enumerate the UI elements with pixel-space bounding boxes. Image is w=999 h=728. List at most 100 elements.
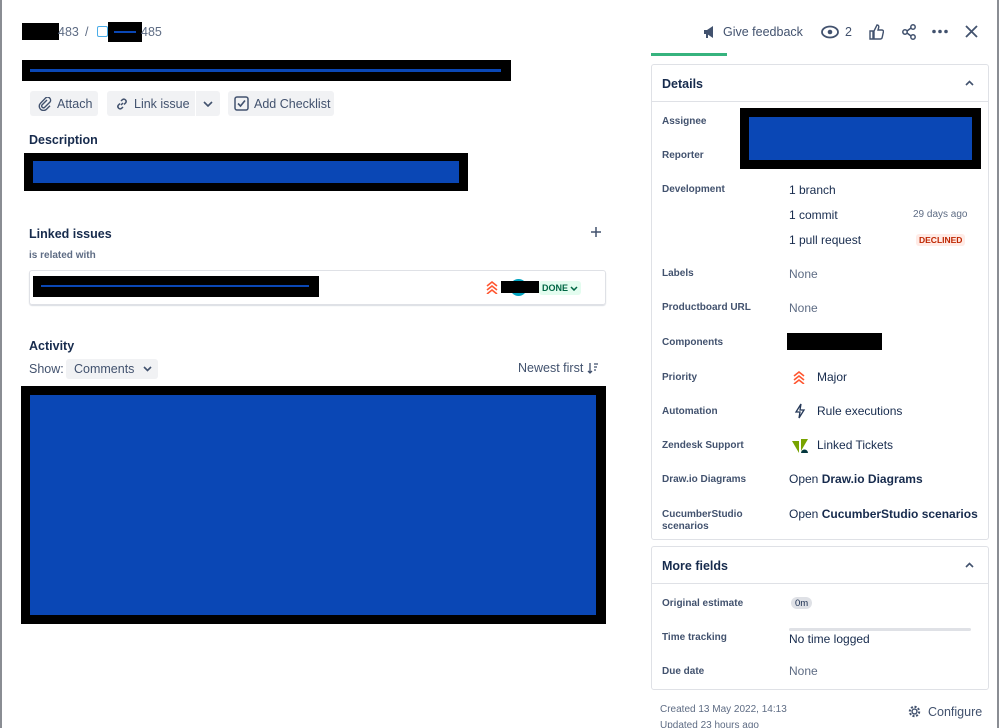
more-fields-panel: More fields Original estimate 0m Time tr…	[651, 546, 989, 690]
more-options-icon[interactable]	[932, 29, 948, 34]
time-tracking-value: No time logged	[789, 632, 870, 646]
pull-request-link[interactable]: 1 pull request	[789, 233, 861, 247]
sort-icon	[587, 363, 599, 374]
priority-major-icon	[486, 280, 498, 294]
redacted-assignee-reporter[interactable]	[740, 108, 981, 169]
priority-label: Priority	[662, 372, 698, 383]
redacted-components[interactable]	[787, 333, 882, 350]
pr-status-label: DECLINED	[919, 235, 963, 245]
checkbox-icon	[234, 96, 249, 111]
activity-filter-value: Comments	[74, 362, 135, 376]
redacted-issue-summary[interactable]	[22, 60, 511, 81]
add-checklist-button[interactable]: Add Checklist	[228, 91, 334, 116]
priority-major-icon	[793, 370, 805, 384]
labels-value[interactable]: None	[789, 267, 818, 281]
link-icon	[117, 97, 127, 110]
automation-value[interactable]: Rule executions	[817, 404, 902, 418]
cucumber-value: CucumberStudio scenarios	[821, 507, 978, 521]
chevron-up-icon[interactable]	[965, 80, 974, 86]
linked-issues-title: Linked issues	[29, 227, 112, 241]
productboard-label: Productboard URL	[662, 302, 751, 313]
thumbs-up-icon[interactable]	[868, 24, 884, 40]
branch-link[interactable]: 1 branch	[789, 183, 836, 197]
add-checklist-label: Add Checklist	[254, 96, 331, 111]
chevron-down-icon	[570, 285, 578, 291]
original-estimate-badge[interactable]: 0m	[791, 597, 813, 609]
configure-label: Configure	[928, 704, 983, 719]
redacted-parent-key	[22, 23, 59, 40]
chevron-up-icon[interactable]	[965, 562, 974, 568]
description-title: Description	[29, 133, 98, 147]
components-label: Components	[662, 337, 724, 348]
cucumber-link[interactable]: Open CucumberStudio scenarios	[789, 507, 978, 521]
cucumber-label-line-2: scenarios	[662, 521, 709, 532]
watchers-count: 2	[845, 25, 852, 39]
redacted-linked-issue-summary	[33, 276, 319, 297]
chevron-down-icon	[203, 100, 213, 107]
link-issue-dropdown[interactable]	[196, 91, 220, 116]
drawio-label: Draw.io Diagrams	[662, 474, 747, 485]
give-feedback-label: Give feedback	[723, 25, 803, 39]
paperclip-icon	[38, 96, 52, 111]
reporter-label: Reporter	[662, 150, 704, 161]
drawio-value: Draw.io Diagrams	[821, 472, 923, 486]
active-tab-indicator	[651, 53, 727, 56]
details-title: Details	[662, 77, 703, 91]
share-icon[interactable]	[901, 24, 917, 40]
drawio-link[interactable]: Open Draw.io Diagrams	[789, 472, 923, 486]
attach-label: Attach	[57, 96, 93, 111]
details-header[interactable]: Details	[652, 65, 988, 102]
cucumber-label-line-1: CucumberStudio	[662, 509, 743, 520]
redacted-assignee-name	[501, 281, 539, 293]
due-date-label: Due date	[662, 666, 705, 677]
linked-issue-row[interactable]: DONE	[29, 270, 606, 305]
due-date-value[interactable]: None	[789, 664, 818, 678]
productboard-value[interactable]: None	[789, 301, 818, 315]
zendesk-label: Zendesk Support	[662, 440, 744, 451]
megaphone-icon	[704, 26, 713, 38]
attach-button[interactable]: Attach	[30, 91, 98, 116]
labels-label: Labels	[662, 268, 694, 279]
original-estimate-value: 0m	[795, 597, 809, 609]
time-tracking-label: Time tracking	[662, 632, 727, 643]
time-tracking-bar[interactable]	[789, 628, 971, 631]
eye-icon	[821, 25, 839, 39]
commit-link[interactable]: 1 commit	[789, 208, 838, 222]
redacted-description[interactable]	[24, 153, 468, 191]
issue-modal: 483 / 485 Give feedback 2 Attach Link is…	[2, 0, 997, 728]
created-date: Created 13 May 2022, 14:13	[660, 704, 787, 715]
link-issue-button[interactable]: Link issue	[107, 91, 195, 116]
lightning-icon	[794, 403, 806, 419]
updated-date: Updated 23 hours ago	[660, 720, 759, 728]
gear-icon	[908, 705, 921, 718]
commit-time: 29 days ago	[913, 209, 968, 220]
cucumber-prefix: Open	[789, 507, 819, 521]
show-label: Show:	[29, 362, 64, 376]
link-relation-label: is related with	[29, 250, 96, 261]
assignee-label: Assignee	[662, 116, 707, 127]
pr-status-badge: DECLINED	[916, 234, 966, 246]
zendesk-value[interactable]: Linked Tickets	[817, 438, 893, 452]
sort-order-button[interactable]: Newest first	[518, 361, 599, 375]
close-icon[interactable]	[965, 25, 978, 38]
automation-label: Automation	[662, 406, 718, 417]
add-linked-issue-icon[interactable]	[590, 226, 602, 238]
details-panel: Details Assignee Reporter Development 1 …	[651, 64, 989, 540]
more-fields-header[interactable]: More fields	[652, 547, 988, 584]
status-lozenge[interactable]: DONE	[539, 281, 582, 295]
more-fields-title: More fields	[662, 559, 728, 573]
breadcrumb-parent-suffix[interactable]: 483	[58, 25, 79, 39]
activity-title: Activity	[29, 339, 75, 353]
redacted-issue-key	[108, 22, 142, 42]
drawio-prefix: Open	[789, 472, 819, 486]
watch-button[interactable]: 2	[821, 23, 852, 41]
breadcrumb-issue-suffix[interactable]: 485	[141, 25, 162, 39]
configure-button[interactable]: Configure	[907, 704, 982, 719]
priority-value[interactable]: Major	[817, 370, 847, 384]
give-feedback-button[interactable]: Give feedback	[702, 23, 803, 41]
sort-order-label: Newest first	[518, 361, 584, 375]
activity-filter-dropdown[interactable]: Comments	[66, 359, 158, 379]
development-label: Development	[662, 184, 725, 195]
chevron-down-icon	[143, 366, 153, 372]
redacted-activity-content	[21, 386, 606, 624]
